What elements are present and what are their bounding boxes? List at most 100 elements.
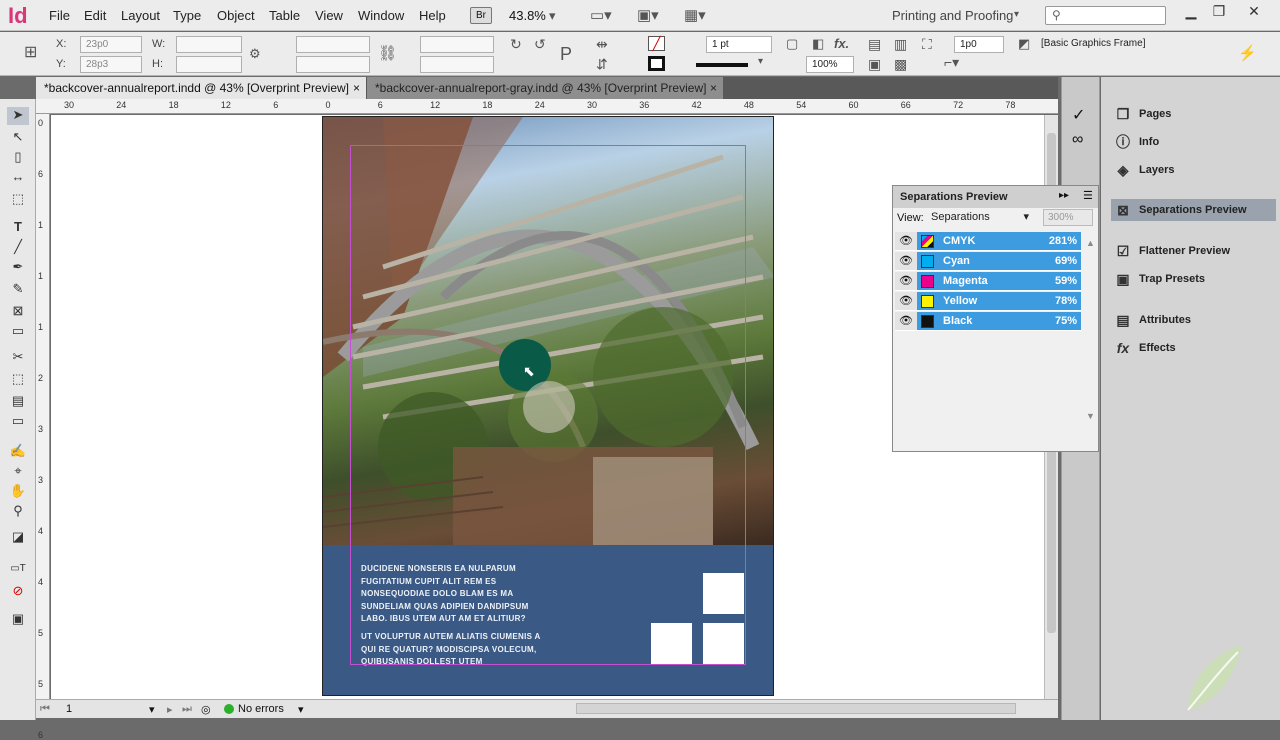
separation-row-cmyk[interactable]: 👁 CMYK 281% (895, 232, 1081, 251)
scroll-up-icon[interactable]: ▲ (1086, 238, 1095, 248)
minimize-button[interactable]: ▁ (1177, 3, 1205, 19)
screen-mode-icon[interactable]: ▣ (7, 611, 29, 629)
close-window-button[interactable]: ✕ (1240, 3, 1268, 19)
offset-field[interactable]: 1p0 (954, 36, 1004, 53)
stroke-swatch-icon[interactable] (648, 56, 665, 71)
panel-menu-icon[interactable]: ☰ (1083, 189, 1093, 202)
zoom-level[interactable]: 43.8% (509, 8, 546, 23)
bridge-button[interactable]: Br (470, 7, 492, 24)
constrain-proportions-icon[interactable]: ⚙ (249, 46, 261, 62)
panel-collapse-icon[interactable]: ▸▸ (1059, 190, 1069, 201)
zoom-select[interactable]: 300% (1043, 209, 1093, 226)
visibility-eye-icon[interactable]: 👁 (895, 272, 917, 291)
last-page-icon[interactable]: ⏭ (182, 703, 192, 716)
links-icon[interactable]: ∞ (1072, 131, 1083, 149)
w-field[interactable] (176, 36, 242, 53)
panel-trap-presets[interactable]: ▣ Trap Presets (1111, 268, 1276, 290)
fit-frame-icon[interactable]: ▤ (868, 36, 881, 53)
workspace-dropdown-icon[interactable]: ▾ (1014, 9, 1019, 20)
tab-backcover-annualreport[interactable]: *backcover-annualreport.indd @ 43% [Over… (36, 77, 366, 99)
panel-pages[interactable]: ❐ Pages (1111, 103, 1276, 125)
menu-type[interactable]: Type (173, 8, 201, 23)
panel-separations-preview[interactable]: ⊠ Separations Preview (1111, 199, 1276, 221)
formatting-affects-icon[interactable]: ▭T (7, 563, 29, 581)
content-collector-icon[interactable]: ⬚ (7, 191, 29, 209)
panel-layers[interactable]: ◈ Layers (1111, 159, 1276, 181)
scroll-down-icon[interactable]: ▼ (1086, 411, 1095, 421)
gradient-feather-tool-icon[interactable]: ▭ (7, 413, 29, 431)
rectangle-tool-icon[interactable]: ▭ (7, 323, 29, 341)
pencil-tool-icon[interactable]: ✎ (7, 281, 29, 299)
menu-window[interactable]: Window (358, 8, 404, 23)
tab-close-icon[interactable]: × (353, 77, 360, 99)
stroke-type-line[interactable] (696, 63, 748, 67)
y-field[interactable]: 28p3 (80, 56, 142, 73)
panel-info[interactable]: ⓘ Info (1111, 131, 1276, 153)
direct-selection-tool-icon[interactable]: ↖ (7, 129, 29, 147)
line-tool-icon[interactable]: ╱ (7, 239, 29, 257)
opacity-field[interactable]: 100% (806, 56, 854, 73)
type-tool-icon[interactable]: T (7, 219, 29, 237)
panel-attributes[interactable]: ▤ Attributes (1111, 309, 1276, 331)
menu-layout[interactable]: Layout (121, 8, 160, 23)
separation-body[interactable]: Magenta 59% (917, 272, 1081, 291)
menu-table[interactable]: Table (269, 8, 300, 23)
zoom-tool-icon[interactable]: ⚲ (7, 503, 29, 521)
note-tool-icon[interactable]: ✍ (7, 443, 29, 461)
free-transform-tool-icon[interactable]: ⬚ (7, 371, 29, 389)
menu-object[interactable]: Object (217, 8, 255, 23)
zoom-dropdown-icon[interactable]: ▾ (549, 8, 556, 24)
flip-vertical-icon[interactable]: ⇵ (596, 56, 608, 73)
fill-frame-icon[interactable]: ▩ (894, 56, 907, 73)
object-style-field[interactable]: [Basic Graphics Frame] (1036, 36, 1172, 53)
scissors-tool-icon[interactable]: ✂ (7, 349, 29, 367)
first-page-icon[interactable]: ⏮ (40, 703, 50, 716)
rotate-cw-icon[interactable]: ↻ (510, 36, 522, 53)
corner-shape-icon[interactable]: ⌐▾ (944, 54, 959, 71)
visibility-eye-icon[interactable]: 👁 (895, 292, 917, 311)
tab-close-icon[interactable]: × (710, 77, 717, 99)
effects-icon[interactable]: ◧ (812, 36, 824, 52)
preflight-dropdown-icon[interactable]: ▾ (298, 703, 304, 716)
separation-row-yellow[interactable]: 👁 Yellow 78% (895, 292, 1081, 311)
visibility-eye-icon[interactable]: 👁 (895, 312, 917, 331)
select-content-icon[interactable]: P (560, 44, 572, 65)
h-field[interactable] (176, 56, 242, 73)
panel-flattener-preview[interactable]: ☑ Flattener Preview (1111, 240, 1276, 262)
menu-file[interactable]: File (49, 8, 70, 23)
visibility-eye-icon[interactable]: 👁 (895, 252, 917, 271)
center-content-icon[interactable]: ▣ (868, 56, 881, 73)
arrange-documents-icon[interactable]: ▦▾ (684, 6, 706, 24)
drop-shadow-icon[interactable]: ▢ (786, 36, 798, 52)
hand-tool-icon[interactable]: ✋ (7, 483, 29, 501)
separation-body[interactable]: CMYK 281% (917, 232, 1081, 251)
page-tool-icon[interactable]: ▯ (7, 149, 29, 167)
page-number[interactable]: 1 (66, 703, 72, 715)
separation-body[interactable]: Cyan 69% (917, 252, 1081, 271)
restore-button[interactable]: ❐ (1205, 3, 1233, 19)
x-field[interactable]: 23p0 (80, 36, 142, 53)
visibility-eye-icon[interactable]: 👁 (895, 232, 917, 251)
gap-tool-icon[interactable]: ↔ (7, 169, 29, 187)
panel-effects[interactable]: fx Effects (1111, 337, 1276, 359)
view-select[interactable]: Separations ▾ (927, 209, 1033, 226)
workspace-switcher[interactable]: Printing and Proofing (892, 8, 1013, 23)
rotate-ccw-icon[interactable]: ↺ (534, 36, 546, 53)
horizontal-scrollbar[interactable] (576, 703, 1016, 714)
separation-row-magenta[interactable]: 👁 Magenta 59% (895, 272, 1081, 291)
auto-fit-icon[interactable]: ⛶ (922, 36, 932, 53)
stroke-weight-field[interactable]: 1 pt (706, 36, 772, 53)
rotate-field[interactable] (420, 36, 494, 53)
fx-icon[interactable]: fx. (834, 36, 849, 51)
menu-view[interactable]: View (315, 8, 343, 23)
pen-tool-icon[interactable]: ✒ (7, 259, 29, 277)
reference-point-icon[interactable]: ⊞ (24, 42, 37, 62)
open-page-icon[interactable]: ◎ (201, 703, 211, 716)
fill-stroke-icon[interactable]: ◪ (7, 529, 29, 547)
separation-body[interactable]: Black 75% (917, 312, 1081, 331)
document-page[interactable]: DUCIDENE NONSERIS EA NULPARUM FUGITATIUM… (322, 116, 774, 696)
separation-row-cyan[interactable]: 👁 Cyan 69% (895, 252, 1081, 271)
screen-mode-icon[interactable]: ▣▾ (637, 6, 659, 24)
separation-row-black[interactable]: 👁 Black 75% (895, 312, 1081, 331)
view-options-icon[interactable]: ▭▾ (590, 6, 612, 24)
